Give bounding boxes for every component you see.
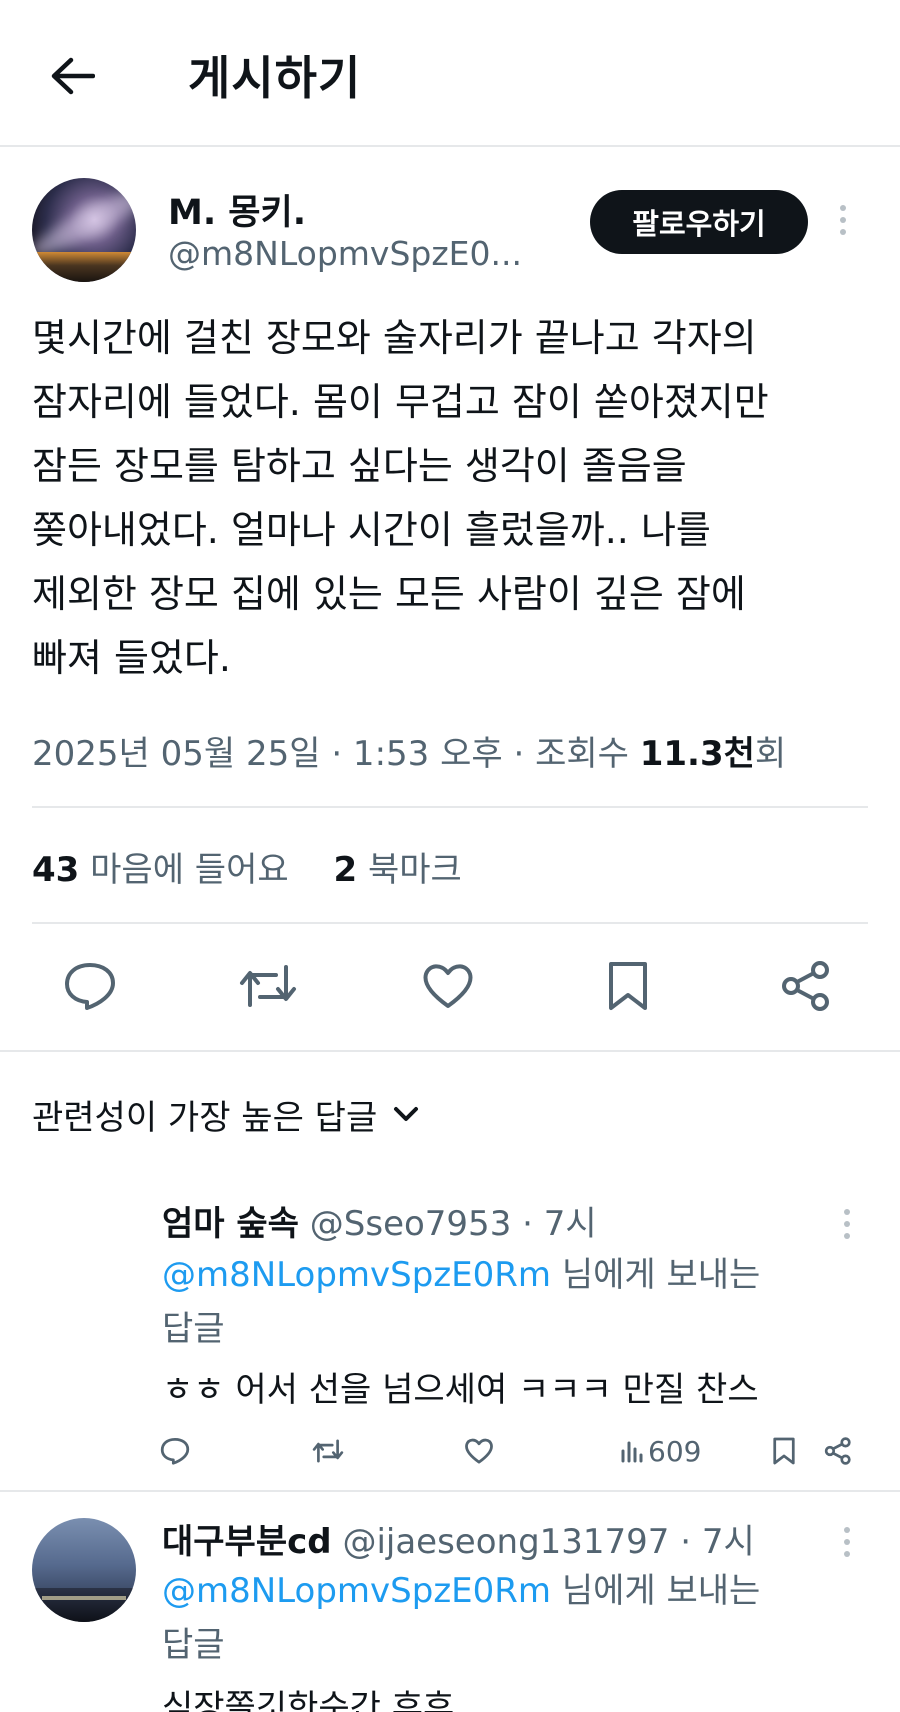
repost-button[interactable] <box>238 956 298 1016</box>
like-icon <box>423 964 473 1008</box>
author-handle[interactable]: @m8NLopmvSpzE0... <box>168 234 522 273</box>
repost-icon <box>240 965 296 1007</box>
post-stats: 43 마음에 들어요 2 북마크 <box>32 842 462 891</box>
likes-count: 43 <box>32 850 80 890</box>
reply-more-icon[interactable] <box>832 1204 862 1244</box>
more-options-icon[interactable] <box>828 200 858 240</box>
follow-button[interactable]: 팔로우하기 <box>590 190 808 254</box>
post-text-line: 쫒아내었다. 얼마나 시간이 흘렀을까.. 나를 <box>32 508 711 552</box>
divider <box>0 1050 900 1052</box>
reply-header: 대구부분cd @ijaeseong131797 · 7시 <box>162 1514 755 1563</box>
reply-icon <box>65 963 115 1010</box>
reply-text: ㅎㅎ 어서 선을 넘으세여 ㅋㅋㅋ 만질 찬스 <box>162 1370 759 1410</box>
share-button[interactable] <box>776 956 836 1016</box>
analytics-icon <box>621 1441 643 1463</box>
post-meta: 2025년 05월 25일 · 1:53 오후 · 조회수 11.3천회 <box>32 726 786 775</box>
reply-author-name[interactable]: 대구부분cd <box>162 1522 332 1562</box>
reply-to-suffix: 님에게 보내는 <box>551 1571 761 1611</box>
post-author: M. 몽키. @m8NLopmvSpzE0... 팔로우하기 <box>32 178 872 288</box>
likes-stat[interactable]: 43 마음에 들어요 <box>32 850 289 890</box>
reply-views-count: 609 <box>648 1434 702 1468</box>
reply-views-button[interactable]: 609 <box>620 1434 701 1468</box>
reply-header: 엄마 숲속 @Sseo7953 · 7시 <box>162 1196 597 1245</box>
bookmarks-label: 북마크 <box>367 850 462 890</box>
bookmark-icon <box>609 962 647 1010</box>
reply-reply-button[interactable] <box>160 1434 190 1468</box>
post-text-line: 잠든 장모를 탐하고 싶다는 생각이 졸음을 <box>32 444 687 488</box>
replies-sort-label: 관련성이 가장 높은 답글 <box>32 1098 378 1138</box>
post-text-line: 빠져 들었다. <box>32 636 231 680</box>
view-count: 11.3천 <box>639 734 755 774</box>
replies-sort-dropdown[interactable]: 관련성이 가장 높은 답글 <box>32 1090 419 1139</box>
bookmarks-stat[interactable]: 2 북마크 <box>333 850 461 890</box>
top-bar: 게시하기 <box>0 0 900 147</box>
post-text-line: 제외한 장모 집에 있는 모든 사람이 깊은 잠에 <box>32 572 746 616</box>
bookmarks-count: 2 <box>333 850 358 890</box>
page-title: 게시하기 <box>188 51 362 105</box>
reply-to-suffix: 님에게 보내는 <box>551 1255 761 1295</box>
like-button[interactable] <box>418 956 478 1016</box>
share-icon <box>824 1437 851 1465</box>
bookmark-button[interactable] <box>598 956 658 1016</box>
back-button[interactable] <box>42 46 102 106</box>
reply-to-line2: 답글 <box>162 1625 225 1665</box>
reply-handle-time[interactable]: @ijaeseong131797 · 7시 <box>342 1522 754 1562</box>
divider <box>0 1490 900 1492</box>
reply-author-avatar[interactable] <box>32 1518 136 1622</box>
reply-text: 심장쫄깃한순간 후후 <box>162 1688 455 1712</box>
reply-handle-time[interactable]: @Sseo7953 · 7시 <box>310 1204 597 1244</box>
reply-share-button[interactable] <box>824 1434 852 1468</box>
likes-label: 마음에 들어요 <box>90 850 289 890</box>
reply-bookmark-button[interactable] <box>772 1434 796 1468</box>
reply-mention-link[interactable]: @m8NLopmvSpzE0Rm <box>162 1255 551 1295</box>
author-avatar[interactable] <box>32 178 136 282</box>
like-icon <box>465 1438 493 1464</box>
back-arrow-icon <box>51 57 95 95</box>
post-text-line: 몇시간에 걸친 장모와 술자리가 끝나고 각자의 <box>32 316 757 360</box>
divider <box>32 806 868 808</box>
reply-icon <box>160 1437 190 1465</box>
post-timestamp: 2025년 05월 25일 · 1:53 오후 · 조회수 <box>32 734 640 774</box>
repost-icon <box>312 1439 344 1463</box>
reply-repost-button[interactable] <box>312 1434 344 1468</box>
reply-like-button[interactable] <box>464 1434 494 1468</box>
view-suffix: 회 <box>754 734 787 774</box>
reply-to-line2: 답글 <box>162 1309 225 1349</box>
reply-mention-link[interactable]: @m8NLopmvSpzE0Rm <box>162 1571 551 1611</box>
bookmark-icon <box>773 1437 795 1465</box>
reply-to-line: @m8NLopmvSpzE0Rm 님에게 보내는 답글 <box>162 1248 822 1356</box>
reply-author-name[interactable]: 엄마 숲속 <box>162 1204 299 1244</box>
post-text-line: 잠자리에 들었다. 몸이 무겁고 잠이 쏟아졌지만 <box>32 380 769 424</box>
reply-more-icon[interactable] <box>832 1522 862 1562</box>
post-text: 몇시간에 걸친 장모와 술자리가 끝나고 각자의 잠자리에 들었다. 몸이 무겁… <box>32 306 872 690</box>
reply-to-line: @m8NLopmvSpzE0Rm 님에게 보내는 답글 <box>162 1564 822 1672</box>
share-icon <box>782 961 829 1011</box>
author-name[interactable]: M. 몽키. <box>168 184 306 235</box>
reply-button[interactable] <box>60 956 120 1016</box>
chevron-down-icon <box>394 1106 419 1121</box>
divider <box>32 922 868 924</box>
